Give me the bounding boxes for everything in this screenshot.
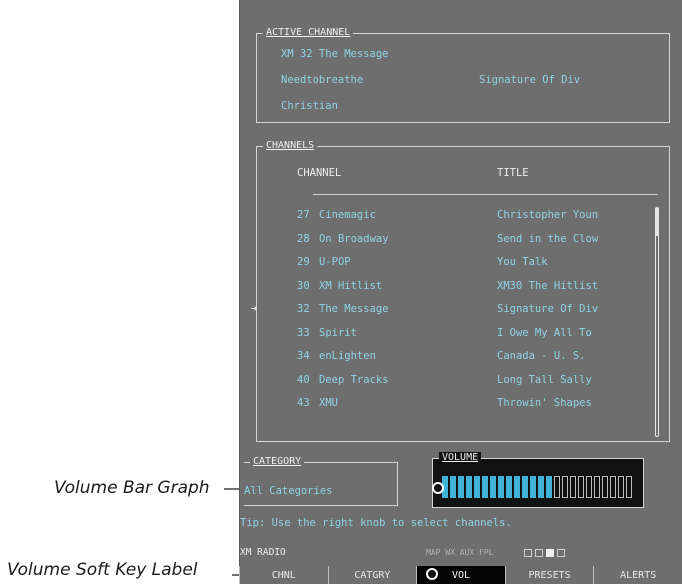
volume-segment-empty xyxy=(554,476,560,498)
volume-segment-empty xyxy=(626,476,632,498)
active-category: Christian xyxy=(281,100,338,112)
channel-song-title: You Talk xyxy=(497,256,548,268)
volume-box: VOLUME xyxy=(432,452,644,508)
channel-row[interactable]: 30 XM Hitlist XM30 The Hitlist xyxy=(257,280,669,299)
volume-segment-filled xyxy=(474,476,480,498)
channel-row[interactable]: 40 Deep Tracks Long Tall Sally xyxy=(257,374,669,393)
softkey-bar: CHNL CATGRY VOL PRESETS ALERTS xyxy=(239,566,682,584)
page-indicator-box xyxy=(535,549,543,557)
channel-name: enLighten xyxy=(319,350,376,362)
callout-volume-softkey: Volume Soft Key Label xyxy=(7,560,198,580)
channel-number: 29 xyxy=(297,256,310,268)
channel-number: 43 xyxy=(297,397,310,409)
page-indicator xyxy=(524,549,565,557)
volume-segment-filled xyxy=(450,476,456,498)
active-channel-box: ACTIVE CHANNEL XM 32 The Message Needtob… xyxy=(256,27,670,123)
channel-row[interactable]: 29 U-POP You Talk xyxy=(257,256,669,275)
column-header-channel: CHANNEL xyxy=(297,167,342,179)
selected-channel-arrow-icon: ➜ xyxy=(251,303,258,315)
volume-segment-filled xyxy=(530,476,536,498)
volume-segment-filled xyxy=(514,476,520,498)
channel-name: XM Hitlist xyxy=(319,279,383,292)
volume-segment-filled xyxy=(538,476,544,498)
channel-number: 40 xyxy=(297,373,310,386)
volume-segment-empty xyxy=(562,476,568,498)
channel-row[interactable]: 43 XMU Throwin' Shapes xyxy=(257,397,669,416)
status-page-name: XM RADIO xyxy=(240,547,286,558)
volume-segment-empty xyxy=(578,476,584,498)
volume-segment-empty xyxy=(586,476,592,498)
volume-segment-filled xyxy=(498,476,504,498)
volume-segment-filled xyxy=(546,476,552,498)
channels-title: CHANNELS xyxy=(263,140,318,151)
volume-segment-filled xyxy=(458,476,464,498)
category-title: CATEGORY xyxy=(250,456,305,467)
category-value[interactable]: All Categories xyxy=(244,485,333,497)
channel-name: Deep Tracks xyxy=(319,373,389,386)
active-channel-line: XM 32 The Message xyxy=(281,48,389,60)
channel-song-title: Send in the Clow xyxy=(497,232,599,245)
softkey-catgry[interactable]: CATGRY xyxy=(327,566,417,584)
channel-song-title: I Owe My All To xyxy=(497,326,592,339)
category-box: CATEGORY All Categories xyxy=(244,456,398,506)
channel-number: 34 xyxy=(297,350,310,362)
channel-name: The Message xyxy=(319,303,389,315)
callout-dot-volume-bar xyxy=(432,482,444,494)
softkey-presets[interactable]: PRESETS xyxy=(504,566,594,584)
volume-segment-empty xyxy=(610,476,616,498)
page-indicator-box xyxy=(557,549,565,557)
scrollbar-thumb[interactable] xyxy=(656,208,658,236)
active-artist: Needtobreathe xyxy=(281,74,364,86)
volume-segment-empty xyxy=(602,476,608,498)
channel-song-title: Throwin' Shapes xyxy=(497,397,592,409)
volume-segment-empty xyxy=(570,476,576,498)
channel-row[interactable]: 34 enLighten Canada - U. S. xyxy=(257,350,669,369)
callout-volume-bar-graph: Volume Bar Graph xyxy=(54,478,210,498)
volume-segment-filled xyxy=(482,476,488,498)
channel-row[interactable]: ➜ 32 The Message Signature Of Div xyxy=(251,303,669,322)
callout-dot-volume-softkey xyxy=(426,568,438,580)
channel-name: Spirit xyxy=(319,326,357,339)
page-indicator-box xyxy=(524,549,532,557)
channel-row[interactable]: 33 Spirit I Owe My All To xyxy=(257,327,669,346)
channel-song-title: XM30 The Hitlist xyxy=(497,279,599,292)
channels-box: CHANNELS CHANNEL TITLE 27 Cinemagic Christ… xyxy=(251,140,670,442)
volume-segment-filled xyxy=(506,476,512,498)
channel-song-title: Signature Of Div xyxy=(497,303,599,315)
channel-name: On Broadway xyxy=(319,232,389,245)
channel-name: Cinemagic xyxy=(319,209,376,221)
volume-bar-graph xyxy=(442,476,632,498)
channel-number: 32 xyxy=(297,303,310,315)
softkey-chnl[interactable]: CHNL xyxy=(239,566,328,584)
softkey-alerts[interactable]: ALERTS xyxy=(593,566,682,584)
channel-number: 28 xyxy=(297,232,310,245)
channel-number: 27 xyxy=(297,209,310,221)
channel-song-title: Long Tall Sally xyxy=(497,373,592,386)
active-channel-title: ACTIVE CHANNEL xyxy=(263,27,354,38)
channel-row[interactable]: 28 On Broadway Send in the Clow xyxy=(257,233,669,252)
header-divider xyxy=(313,194,658,195)
channel-song-title: Canada - U. S. xyxy=(497,350,586,362)
tip-text: Tip: Use the right knob to select channe… xyxy=(240,517,512,529)
volume-segment-filled xyxy=(490,476,496,498)
channel-scrollbar[interactable] xyxy=(655,207,659,437)
channel-name: XMU xyxy=(319,397,338,409)
active-song: Signature Of Div xyxy=(479,74,581,86)
volume-segment-filled xyxy=(466,476,472,498)
channel-name: U-POP xyxy=(319,256,351,268)
channel-row[interactable]: 27 Cinemagic Christopher Youn xyxy=(257,209,669,228)
page-indicator-box-active xyxy=(546,549,554,557)
channel-number: 33 xyxy=(297,326,310,339)
column-header-title: TITLE xyxy=(497,167,529,179)
volume-segment-filled xyxy=(522,476,528,498)
volume-segment-empty xyxy=(594,476,600,498)
channel-number: 30 xyxy=(297,279,310,292)
volume-title: VOLUME xyxy=(439,452,482,463)
status-page-group: MAP WX AUX FPL xyxy=(426,548,494,557)
channel-song-title: Christopher Youn xyxy=(497,209,599,221)
volume-segment-empty xyxy=(618,476,624,498)
